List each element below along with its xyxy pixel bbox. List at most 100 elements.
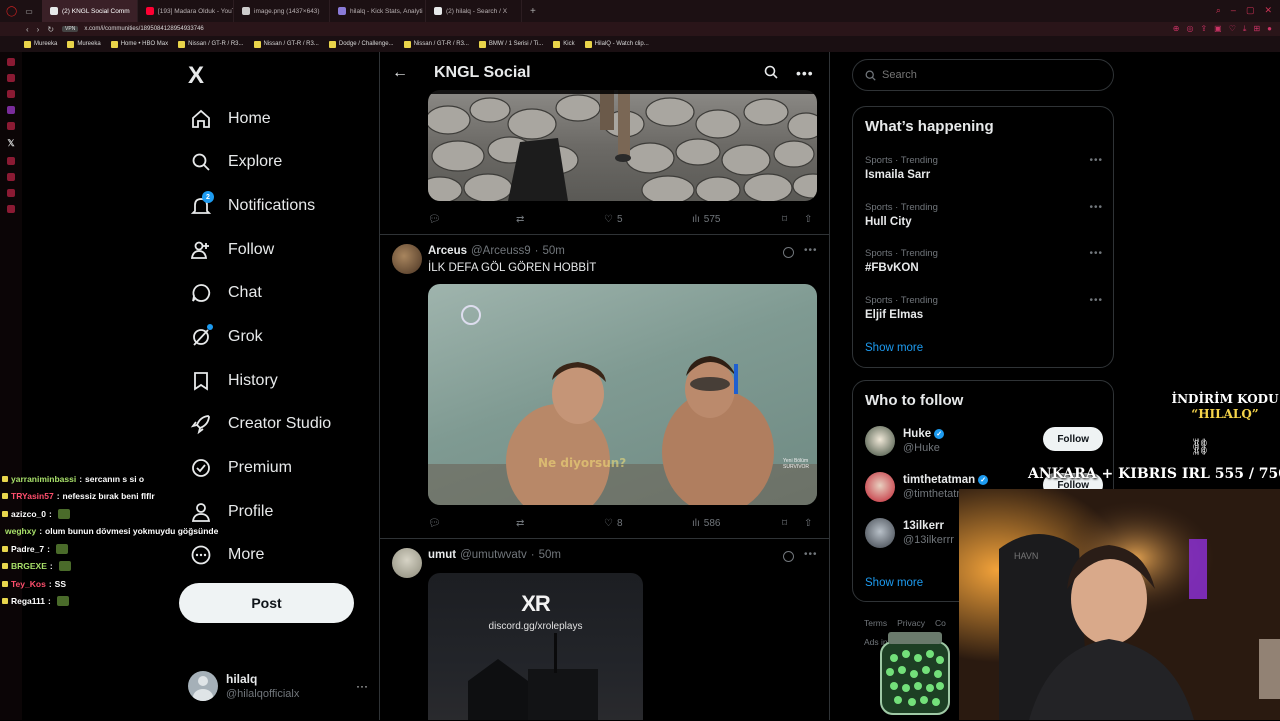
sidebar-messenger-icon[interactable] [7, 74, 15, 82]
share-icon[interactable]: ⇪ [1200, 24, 1207, 34]
nav-item-explore[interactable]: Explore [186, 142, 286, 182]
bookmark-item[interactable]: BMW / 1 Serisi / Ti... [478, 40, 543, 48]
avatar[interactable] [865, 426, 895, 456]
forward-icon[interactable]: › [37, 25, 40, 34]
bookmark-item[interactable]: Mureeka [24, 40, 57, 48]
trend-more-icon[interactable]: ••• [1089, 155, 1103, 166]
account-icon[interactable]: ● [1267, 24, 1272, 34]
search-tabs-icon[interactable]: ⌕ [1216, 5, 1221, 16]
snapshot-icon[interactable]: ◎ [1186, 24, 1193, 34]
url-field[interactable]: x.com/i/communities/1895084128954933746 [84, 26, 203, 32]
tweet-time[interactable]: 50m [542, 245, 564, 257]
nav-item-premium[interactable]: Premium [186, 448, 296, 488]
reload-icon[interactable]: ↻ [47, 25, 54, 34]
tweet-avatar[interactable] [392, 244, 422, 274]
trend-more-icon[interactable]: ••• [1089, 295, 1103, 306]
grok-icon[interactable] [783, 551, 794, 562]
back-arrow-icon[interactable]: ← [392, 64, 408, 82]
reply-icon[interactable]: 💬︎ [428, 518, 441, 529]
download-icon[interactable]: ⤓ [1243, 24, 1247, 34]
tweet-handle[interactable]: @Arceuss9 [471, 245, 531, 257]
browser-tab[interactable]: [193] Madara Olduk - YouT [138, 0, 234, 22]
sidebar-instagram-icon[interactable] [7, 90, 15, 98]
sidebar-history-icon[interactable] [7, 189, 15, 197]
vpn-badge[interactable]: VPN [62, 26, 79, 32]
trend-more-icon[interactable]: ••• [1089, 202, 1103, 213]
trend-item[interactable]: Sports · Trending Eljif Elmas ••• [865, 295, 1103, 321]
footer-link[interactable]: Co [935, 618, 946, 628]
sidebar-home-icon[interactable] [7, 58, 15, 66]
browser-menu[interactable]: ◯ ▭ [0, 0, 42, 22]
share-icon[interactable]: ⇧ [804, 518, 812, 529]
bookmark-item[interactable]: Nissan / GT-R / R3... [403, 40, 469, 48]
bookmark-item[interactable]: Nissan / GT-R / R3... [178, 40, 244, 48]
sidebar-bookmarks-icon[interactable] [7, 173, 15, 181]
tweet-more-icon[interactable]: ••• [804, 245, 818, 256]
follow-button[interactable]: Follow [1043, 427, 1103, 451]
account-switcher[interactable]: hilalq @hilalqofficialx ··· [188, 662, 368, 710]
tabs-icon[interactable]: ▭ [25, 7, 33, 16]
bookmark-item[interactable]: Mureeka [67, 40, 101, 48]
like-button[interactable]: ♡ 5 [604, 214, 623, 225]
sidebar-twitch-icon[interactable] [7, 106, 15, 114]
share-icon[interactable]: ⇧ [804, 214, 812, 225]
show-more-link[interactable]: Show more [865, 342, 923, 354]
nav-item-notifications[interactable]: 2 Notifications [186, 186, 319, 226]
minimize-icon[interactable]: – [1231, 5, 1236, 16]
nav-item-home[interactable]: Home [186, 99, 275, 139]
trend-more-icon[interactable]: ••• [1089, 248, 1103, 259]
reply-icon[interactable]: 💬︎ [428, 214, 441, 225]
footer-link[interactable]: Privacy [897, 618, 925, 628]
bookmark-item[interactable]: Home • HBO Max [110, 40, 168, 48]
retweet-icon[interactable]: ⇄ [516, 214, 524, 225]
nav-item-more[interactable]: More [186, 535, 268, 575]
tweet-time[interactable]: 50m [539, 549, 561, 561]
back-icon[interactable]: ‹ [26, 25, 29, 34]
nav-item-history[interactable]: History [186, 361, 282, 401]
browser-tab[interactable]: (2) KNGL Social Comm [42, 0, 138, 22]
retweet-icon[interactable]: ⇄ [516, 518, 524, 529]
sidebar-x-icon[interactable]: 𝕏 [7, 138, 14, 149]
new-tab-button[interactable]: + [530, 6, 536, 17]
tweet-more-icon[interactable]: ••• [804, 549, 818, 560]
opera-icon[interactable]: ◯ [6, 6, 17, 17]
bookmark-item[interactable]: Nissan / GT-R / R3... [253, 40, 319, 48]
post-button[interactable]: Post [179, 583, 354, 623]
tweet-author[interactable]: umut [428, 549, 456, 561]
nav-item-grok[interactable]: Grok [186, 317, 267, 357]
bookmark-icon[interactable]: ⌑ [782, 518, 787, 529]
tweet-media-image[interactable] [428, 90, 817, 201]
search-field[interactable] [852, 59, 1114, 91]
avatar[interactable] [865, 518, 895, 548]
tweet-handle[interactable]: @umutwvatv [460, 549, 527, 561]
show-more-link[interactable]: Show more [865, 577, 923, 589]
zoom-icon[interactable]: ⊕ [1173, 24, 1180, 34]
nav-item-follow[interactable]: Follow [186, 230, 278, 270]
trend-item[interactable]: Sports · Trending Hull City ••• [865, 202, 1103, 228]
sidebar-clock-icon[interactable] [7, 157, 15, 165]
bookmark-icon[interactable]: ⌑ [782, 214, 787, 225]
grok-icon[interactable] [783, 247, 794, 258]
account-more-icon[interactable]: ··· [356, 679, 368, 693]
wallet-icon[interactable]: ▣ [1214, 24, 1222, 34]
extensions-icon[interactable]: ⊞ [1253, 24, 1260, 34]
sidebar-app-icon[interactable] [7, 122, 15, 130]
like-button[interactable]: ♡ 8 [604, 518, 623, 529]
heart-icon[interactable]: ♡ [1229, 24, 1236, 34]
trend-item[interactable]: Sports · Trending #FBvKON ••• [865, 248, 1103, 274]
views-button[interactable]: ılı 575 [692, 214, 720, 225]
bookmark-item[interactable]: HilalQ - Watch clip... [584, 40, 649, 48]
tweet-author[interactable]: Arceus [428, 245, 467, 257]
maximize-icon[interactable]: ▢ [1246, 5, 1255, 16]
browser-tab[interactable]: image.png (1437×643) [234, 0, 330, 22]
sidebar-settings-icon[interactable] [7, 205, 15, 213]
avatar[interactable] [865, 472, 895, 502]
x-logo[interactable]: X [188, 62, 204, 90]
bookmark-item[interactable]: Dodge / Challenge... [328, 40, 394, 48]
search-icon[interactable] [764, 65, 778, 82]
more-icon[interactable]: ••• [796, 65, 814, 81]
browser-tab[interactable]: hilalq - Kick Stats, Analyti [330, 0, 426, 22]
tweet-media-video[interactable]: Yeni Bölüm SURVIVOR Ne diyorsun? [428, 284, 817, 505]
nav-item-chat[interactable]: Chat [186, 273, 266, 313]
who-to-follow-item[interactable]: Huke ✓ @Huke Follow [865, 421, 1103, 461]
